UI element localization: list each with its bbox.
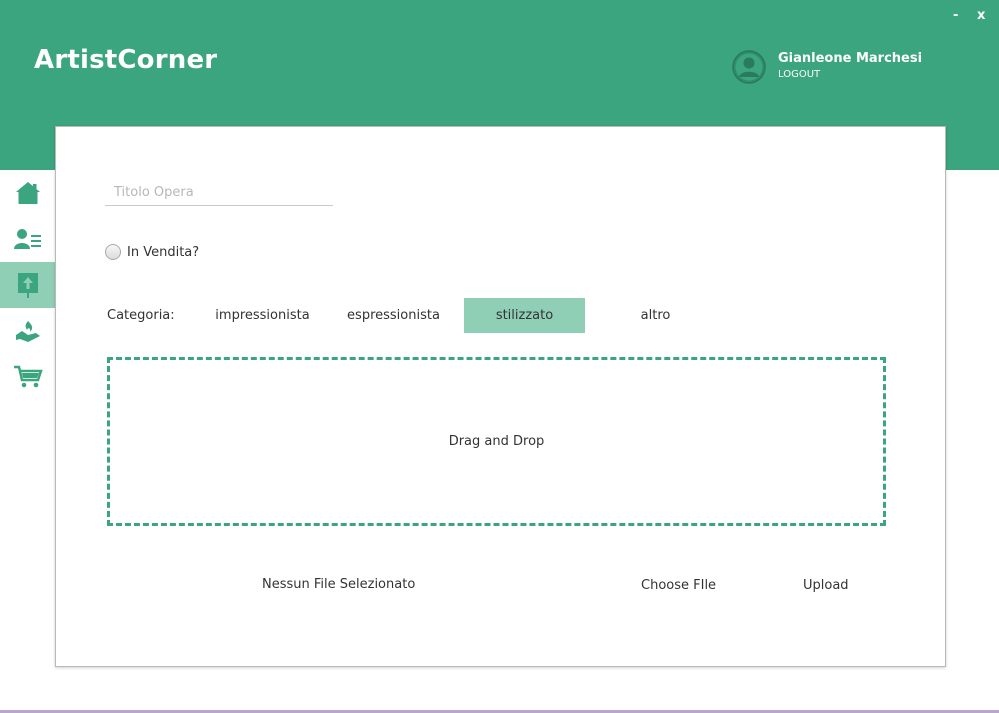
home-icon xyxy=(15,182,40,204)
drop-zone-text: Drag and Drop xyxy=(448,434,545,449)
sidebar-item-cart[interactable] xyxy=(0,354,55,400)
upload-card: In Vendita? Categoria: impressionista es… xyxy=(55,126,946,667)
hand-flame-icon xyxy=(15,321,40,342)
user-list-icon xyxy=(13,229,41,249)
logout-link[interactable]: LOGOUT xyxy=(778,69,820,80)
category-impressionista[interactable]: impressionista xyxy=(202,298,323,333)
file-status: Nessun File Selezionato xyxy=(262,577,416,592)
choose-file-button[interactable]: Choose FIle xyxy=(641,573,716,597)
sidebar-item-home[interactable] xyxy=(0,170,55,216)
for-sale-label: In Vendita? xyxy=(127,244,200,260)
title-input[interactable] xyxy=(105,180,333,206)
category-espressionista[interactable]: espressionista xyxy=(333,298,454,333)
sidebar-item-profile[interactable] xyxy=(0,216,55,262)
minimize-button[interactable]: - xyxy=(953,8,958,24)
upload-icon xyxy=(17,273,38,298)
category-altro[interactable]: altro xyxy=(595,298,716,333)
category-label: Categoria: xyxy=(107,308,175,323)
sidebar-item-donate[interactable] xyxy=(0,308,55,354)
upload-button[interactable]: Upload xyxy=(803,573,849,597)
for-sale-radio[interactable]: In Vendita? xyxy=(105,244,199,260)
user-name: Gianleone Marchesi xyxy=(778,51,923,66)
user-avatar-icon[interactable] xyxy=(732,50,766,84)
app-title: ArtistCorner xyxy=(34,45,218,75)
for-sale-radio-circle[interactable] xyxy=(105,244,121,260)
cart-icon xyxy=(13,365,43,388)
category-stilizzato[interactable]: stilizzato xyxy=(464,298,585,333)
close-button[interactable]: x xyxy=(977,8,985,24)
sidebar-item-upload[interactable] xyxy=(0,262,55,308)
sidebar xyxy=(0,170,56,713)
drop-zone[interactable]: Drag and Drop xyxy=(107,357,886,526)
